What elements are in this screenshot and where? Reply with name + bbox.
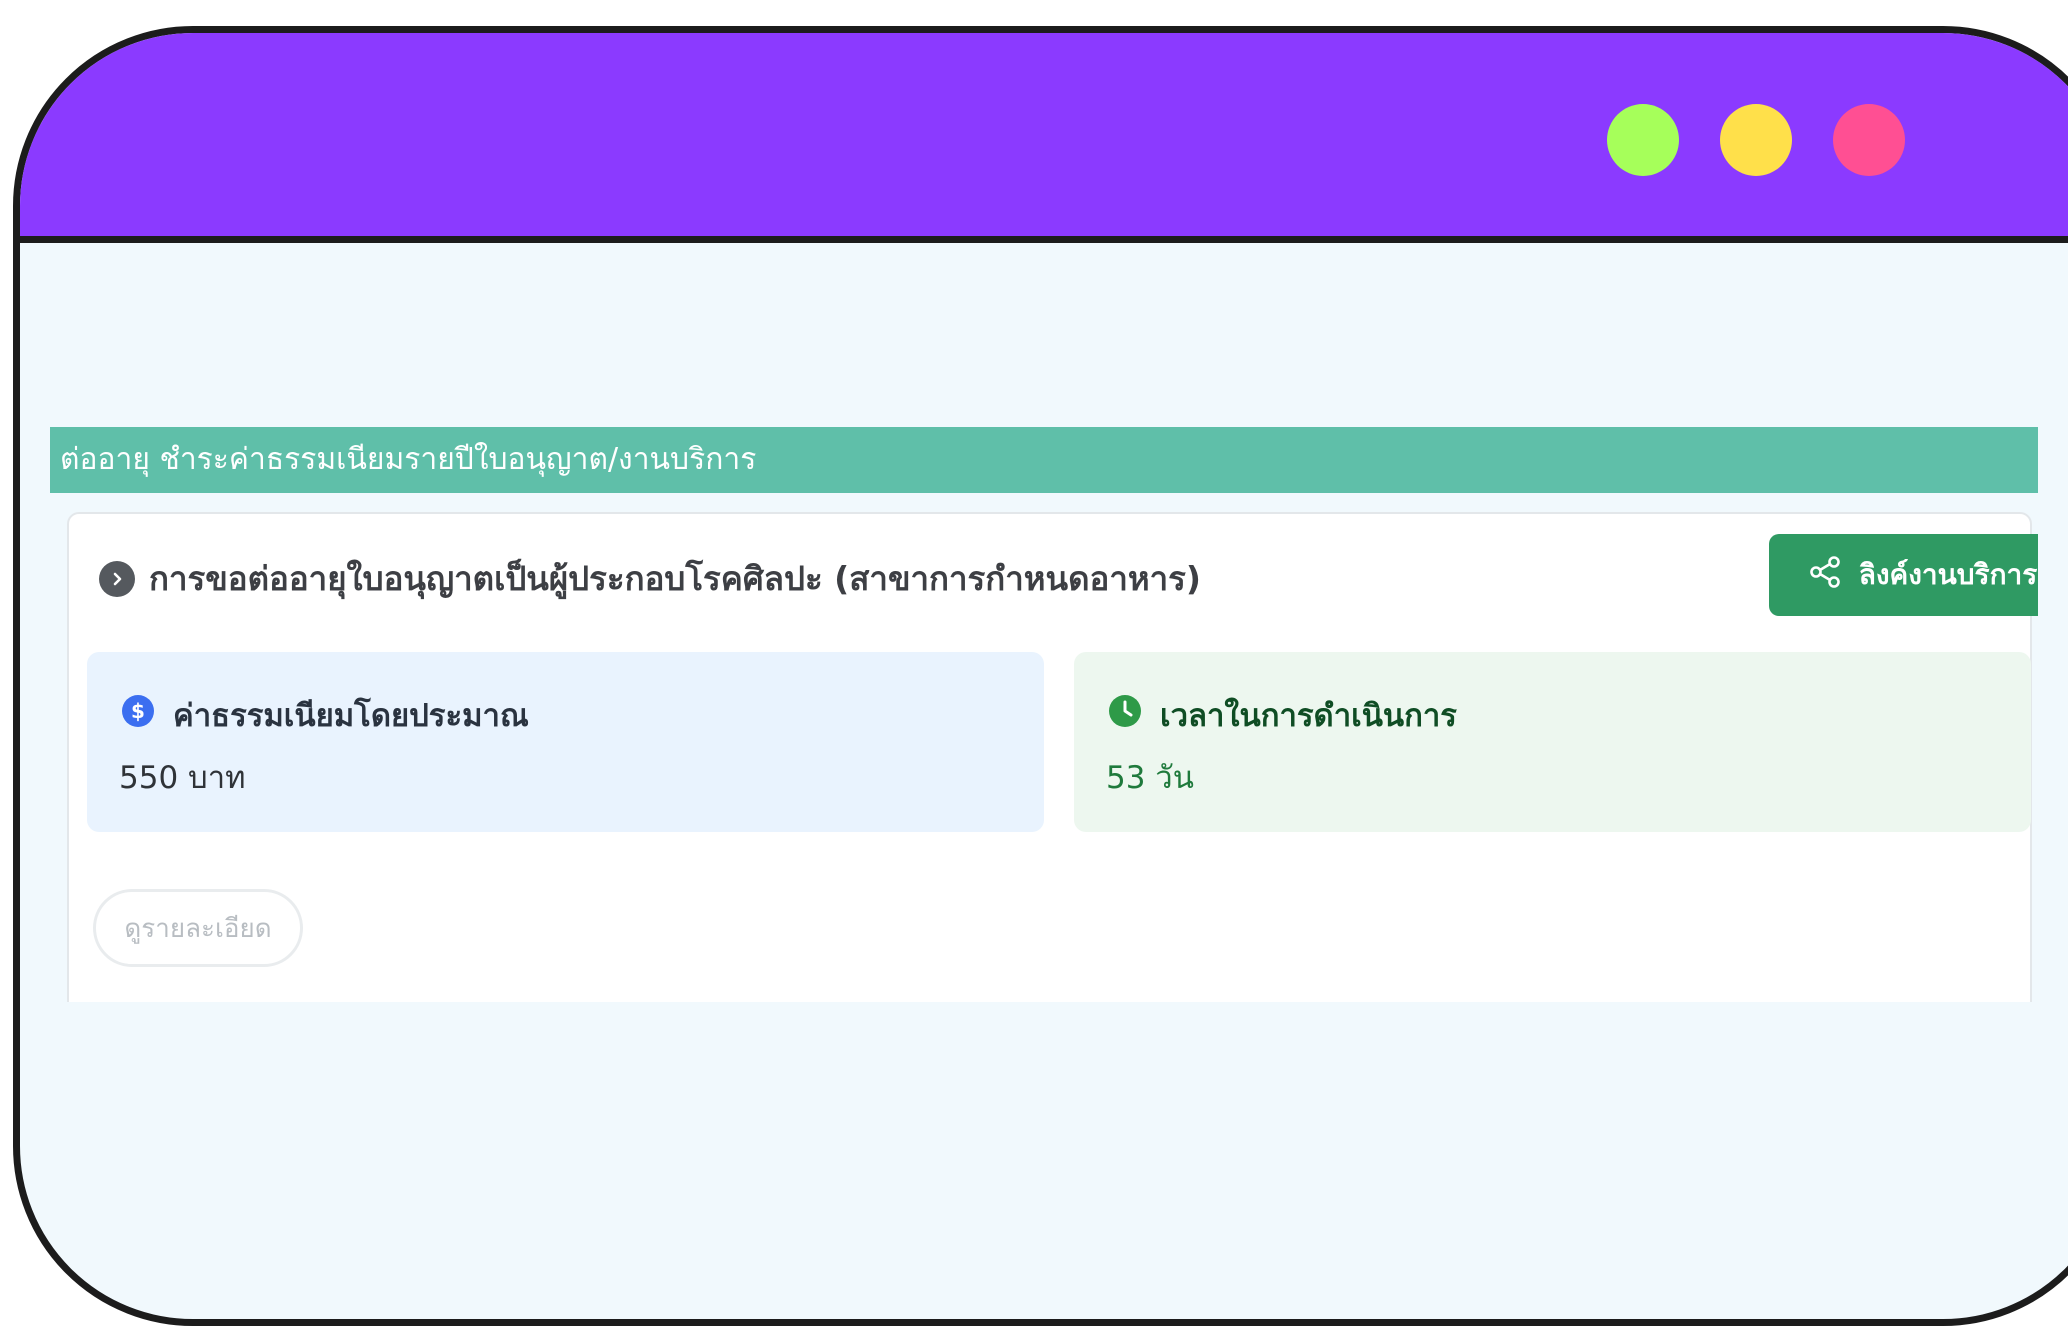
browser-window: ต่ออายุ ชำระค่าธรรมเนียมรายปีใบอนุญาต/งา…	[13, 26, 2068, 1326]
green-window-dot[interactable]	[1607, 104, 1679, 176]
fee-label: ค่าธรรมเนียมโดยประมาณ	[173, 698, 529, 734]
service-title: การขอต่ออายุใบอนุญาตเป็นผู้ประกอบโรคศิลป…	[99, 552, 1201, 605]
view-details-button[interactable]: ดูรายละเอียด	[93, 889, 303, 967]
service-link-label: ลิงค์งานบริการ	[1858, 558, 2038, 591]
service-title-text: การขอต่ออายุใบอนุญาตเป็นผู้ประกอบโรคศิลป…	[149, 559, 1201, 598]
duration-label: เวลาในการดำเนินการ	[1160, 698, 1457, 734]
pink-window-dot[interactable]	[1833, 104, 1905, 176]
clock-icon	[1108, 694, 1142, 736]
window-titlebar	[20, 33, 2068, 243]
dollar-icon: $	[121, 694, 155, 736]
duration-box: เวลาในการดำเนินการ 53 วัน	[1074, 652, 2031, 832]
chevron-right-circle-icon	[99, 560, 135, 597]
page-content: ต่ออายุ ชำระค่าธรรมเนียมรายปีใบอนุญาต/งา…	[20, 243, 2068, 1319]
fee-heading: $ ค่าธรรมเนียมโดยประมาณ	[121, 690, 529, 740]
section-title-bar: ต่ออายุ ชำระค่าธรรมเนียมรายปีใบอนุญาต/งา…	[50, 427, 2038, 493]
svg-text:$: $	[131, 699, 145, 723]
fee-value: 550 บาท	[119, 760, 246, 796]
yellow-window-dot[interactable]	[1720, 104, 1792, 176]
share-icon	[1807, 554, 1843, 597]
service-link-button[interactable]: ลิงค์งานบริการ	[1769, 534, 2038, 616]
service-card: การขอต่ออายุใบอนุญาตเป็นผู้ประกอบโรคศิลป…	[67, 512, 2038, 1002]
duration-heading: เวลาในการดำเนินการ	[1108, 690, 1457, 740]
fee-box: $ ค่าธรรมเนียมโดยประมาณ 550 บาท	[87, 652, 1044, 832]
service-section: ต่ออายุ ชำระค่าธรรมเนียมรายปีใบอนุญาต/งา…	[50, 427, 2038, 1002]
duration-value: 53 วัน	[1106, 760, 1194, 796]
